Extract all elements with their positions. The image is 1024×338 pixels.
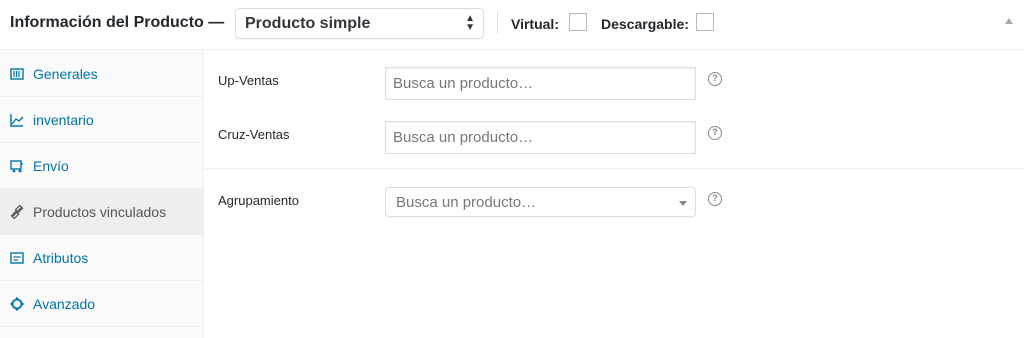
advanced-icon <box>10 296 24 311</box>
crosssells-help-icon[interactable]: ? <box>708 126 722 140</box>
tab-general[interactable]: Generales <box>0 51 204 97</box>
attributes-icon <box>10 251 24 265</box>
grouping-label: Agrupamiento <box>218 193 299 208</box>
section-divider <box>205 168 1024 169</box>
grouping-select[interactable]: Busca un producto… <box>385 187 696 217</box>
tab-advanced[interactable]: Avanzado <box>0 281 204 327</box>
crosssells-label: Cruz-Ventas <box>218 127 290 142</box>
select-arrows-icon: ▲ ▼ <box>465 13 475 33</box>
upsells-label: Up-Ventas <box>218 73 279 88</box>
general-icon <box>10 67 24 81</box>
shipping-icon <box>10 159 24 173</box>
tab-label: Atributos <box>33 249 89 266</box>
virtual-label: Virtual: <box>511 16 559 32</box>
tab-label: inventario <box>33 111 94 128</box>
chevron-down-icon <box>679 201 687 206</box>
tab-shipping[interactable]: Envío <box>0 143 204 189</box>
virtual-checkbox[interactable] <box>569 13 587 31</box>
upsells-search-input[interactable] <box>385 67 696 100</box>
tab-inventory[interactable]: inventario <box>0 97 204 143</box>
tab-label: Avanzado <box>33 295 96 312</box>
product-data-tabs: Generales inventario Envío Productos vin… <box>0 51 204 338</box>
header-divider <box>497 12 498 34</box>
product-type-value: Producto simple <box>245 15 371 32</box>
grouping-placeholder: Busca un producto… <box>396 194 537 211</box>
crosssells-search-input[interactable] <box>385 121 696 154</box>
downloadable-checkbox[interactable] <box>696 13 714 31</box>
product-data-header: Información del Producto — Producto simp… <box>0 0 1024 50</box>
upsells-help-icon[interactable]: ? <box>708 72 722 86</box>
grouping-help-icon[interactable]: ? <box>708 192 722 206</box>
tab-label: Productos vinculados <box>33 203 167 220</box>
tab-linked-products[interactable]: Productos vinculados <box>0 189 204 235</box>
panel-title: Información del Producto — <box>10 14 225 31</box>
downloadable-label: Descargable: <box>601 16 689 32</box>
collapse-toggle-icon[interactable] <box>1005 18 1013 24</box>
tab-label: Envío <box>33 157 69 174</box>
tab-label: Generales <box>33 65 98 82</box>
product-type-select[interactable]: Producto simple ▲ ▼ <box>235 8 484 39</box>
link-icon <box>10 204 24 219</box>
inventory-icon <box>10 113 24 127</box>
tab-attributes[interactable]: Atributos <box>0 235 204 281</box>
